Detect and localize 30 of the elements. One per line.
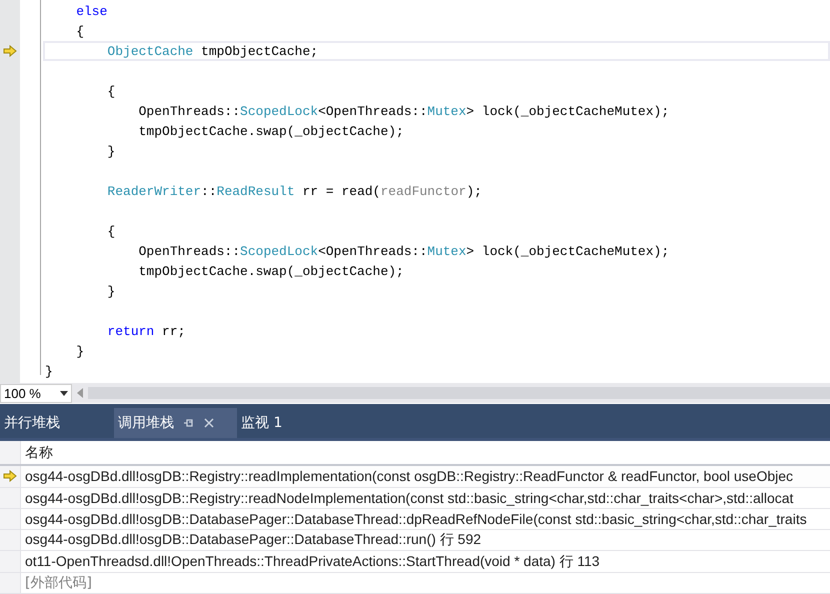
stack-frame[interactable]: ot11-OpenThreadsd.dll!OpenThreads::ThreadPrivateActions::StartThread(void * data) 行 113 [21, 551, 600, 572]
code-line: OpenThreads::ScopedLock<OpenThreads::Mutex> lock(_objectCacheMutex); [138, 242, 670, 260]
stack-frame[interactable]: osg44-osgDBd.dll!osgDB::Registry::readNodeImplementation(const std::basic_string<char,std::char_traits<char>,std::allocat [21, 488, 794, 508]
code-line: { [106, 222, 116, 240]
code-line: { [75, 22, 86, 40]
current-frame-arrow-icon [3, 470, 17, 482]
close-icon[interactable] [204, 418, 214, 428]
panel-tab[interactable]: 监视 1 [237, 408, 286, 438]
stack-frame[interactable]: osg44-osgDBd.dll!osgDB::Registry::readImplementation(const osgDB::Registry::ReadFunctor & readFunctor, bool useObjec [21, 466, 794, 486]
code-line: ReaderWriter::ReadResult rr = read(readFunctor); [106, 182, 483, 200]
code-line: } [106, 282, 116, 300]
zoom-dropdown[interactable]: 100 % [0, 384, 72, 402]
stack-frame[interactable]: osg44-osgDBd.dll!osgDB::DatabasePager::DatabaseThread::run() 行 592 [21, 530, 482, 550]
panel-tab[interactable]: 调用堆栈 [114, 408, 237, 438]
code-line: return rr; [106, 322, 186, 340]
panel-tab[interactable]: 并行堆栈 [0, 408, 64, 438]
caret-icon [60, 390, 68, 396]
stack-frame[interactable]: [外部代码] [21, 572, 92, 593]
code-line: { [106, 82, 116, 100]
code-line: tmpObjectCache.swap(_objectCache); [138, 122, 405, 140]
code-line: } [44, 362, 54, 380]
stack-frame[interactable]: osg44-osgDBd.dll!osgDB::DatabasePager::DatabaseThread::dpReadRefNodeFile(const std::basic_string<char,std::char_traits [21, 508, 807, 530]
scroll-left-icon[interactable] [76, 388, 84, 398]
code-line: } [106, 142, 116, 160]
code-line: OpenThreads::ScopedLock<OpenThreads::Mutex> lock(_objectCacheMutex); [138, 102, 670, 120]
pin-icon[interactable] [184, 418, 194, 428]
code-line: tmpObjectCache.swap(_objectCache); [138, 262, 405, 280]
column-header[interactable]: 名称 [21, 441, 53, 464]
code-line: } [75, 342, 86, 360]
code-line: else [75, 2, 108, 20]
